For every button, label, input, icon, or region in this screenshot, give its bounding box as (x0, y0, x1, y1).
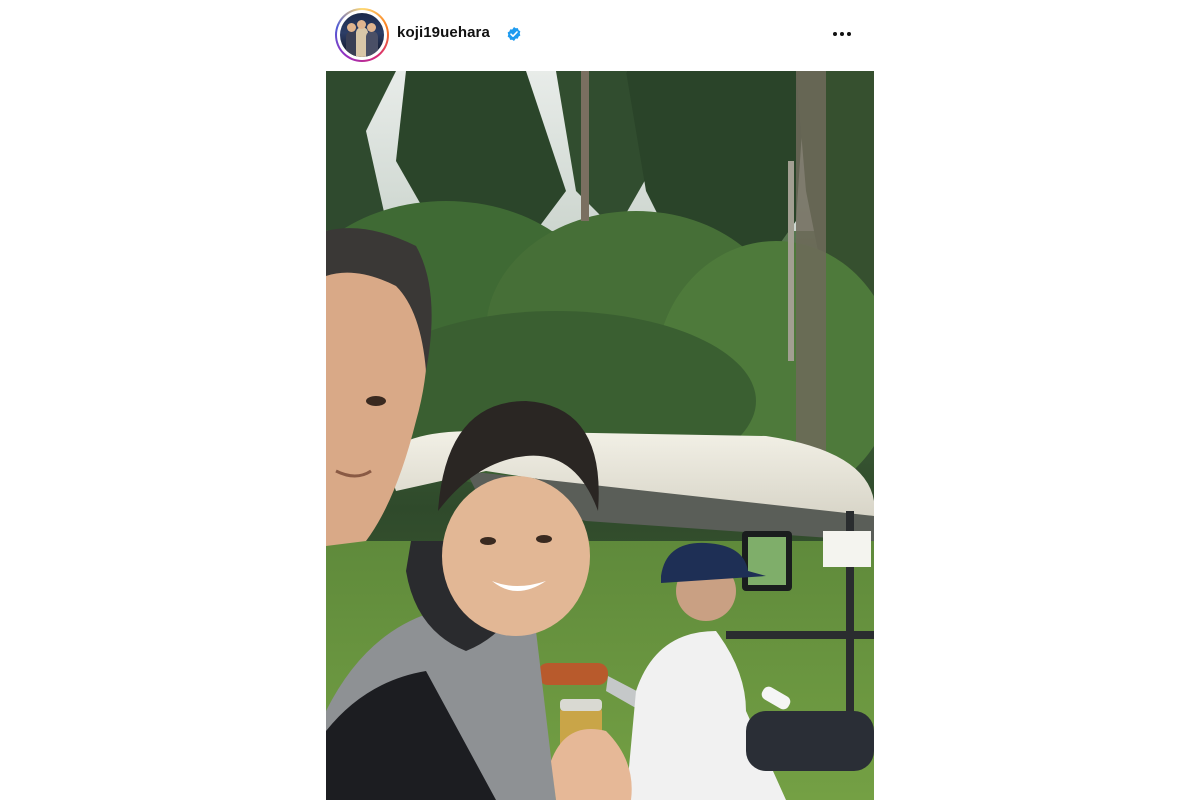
verified-badge-icon (507, 27, 521, 41)
post-photo[interactable] (326, 71, 874, 800)
post-header: koji19uehara (326, 0, 874, 70)
avatar-figure (366, 31, 378, 57)
more-options-icon-dot (833, 32, 837, 36)
more-options-button[interactable] (822, 22, 862, 46)
avatar-head (357, 20, 366, 29)
avatar-head (347, 23, 356, 32)
username-link[interactable]: koji19uehara (397, 24, 490, 41)
avatar-ring-gap (337, 10, 387, 60)
instagram-post: koji19uehara (326, 0, 874, 800)
avatar (340, 13, 384, 57)
photo-illustration (326, 71, 874, 800)
avatar-head (367, 23, 376, 32)
story-ring[interactable] (335, 8, 389, 62)
more-options-icon-dot (847, 32, 851, 36)
more-options-icon-dot (840, 32, 844, 36)
